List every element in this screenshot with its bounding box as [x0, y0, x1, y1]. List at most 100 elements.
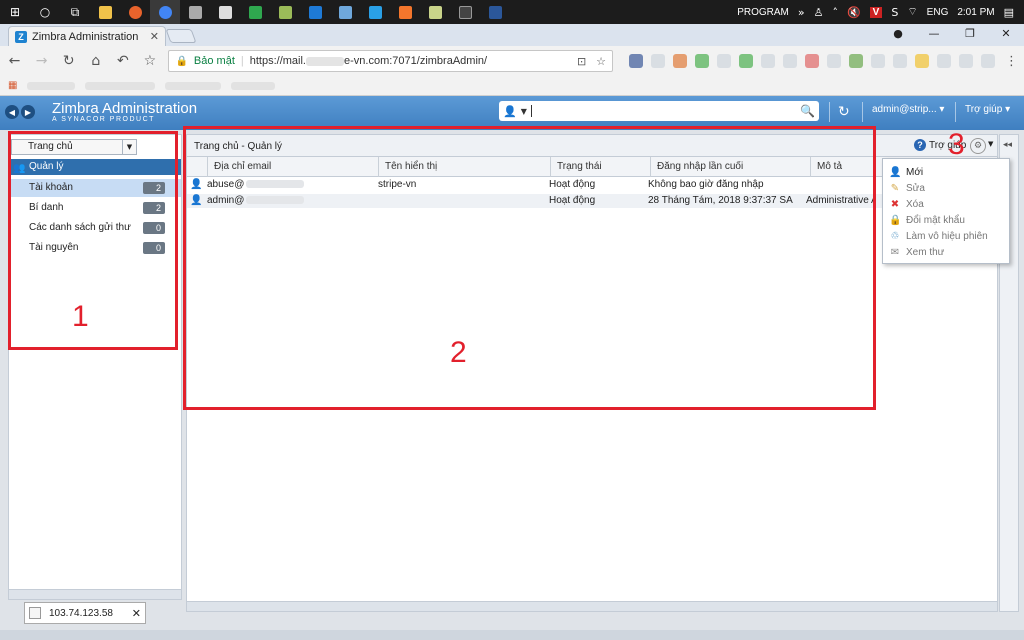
- notepad-icon[interactable]: [420, 0, 450, 24]
- extension-icon[interactable]: [937, 54, 952, 68]
- bookmark-item[interactable]: [85, 81, 156, 90]
- bookmark-item[interactable]: [165, 81, 222, 90]
- extension-icon[interactable]: [871, 54, 886, 68]
- close-icon[interactable]: ✕: [132, 607, 141, 620]
- task-view-icon[interactable]: ⧉: [60, 0, 90, 24]
- close-tab-icon[interactable]: ✕: [150, 30, 159, 43]
- bookmark-star-icon[interactable]: ☆: [141, 53, 158, 69]
- wifi-icon[interactable]: ⌔: [907, 5, 917, 19]
- extension-icon[interactable]: [981, 54, 996, 68]
- apps-grid-icon[interactable]: ▦: [8, 80, 17, 91]
- address-bar[interactable]: 🔒 Bảo mật | https://mail. e-vn.com:7071/z…: [168, 50, 614, 72]
- extension-icon[interactable]: [893, 54, 908, 68]
- annotation-number-2: 2: [450, 336, 467, 369]
- windows-taskbar: ⊞ ○ ⧉ PROGRAM » ♙ ˄ 🔇 V S ⌔ ENG 2:01 PM …: [0, 0, 1024, 24]
- search-input[interactable]: 👤 ▼ 🔍: [499, 101, 819, 121]
- undo-icon[interactable]: ↶: [114, 53, 131, 69]
- content-scrollbar[interactable]: [187, 601, 997, 611]
- extension-icon[interactable]: [915, 54, 930, 68]
- menu-item-delete[interactable]: ✖ Xóa: [883, 196, 1009, 212]
- brand-subtitle: A SYNACOR PRODUCT: [52, 116, 155, 123]
- cortana-icon[interactable]: ○: [30, 0, 60, 24]
- browser-tab-zimbra[interactable]: Z Zimbra Administration ✕: [8, 26, 166, 46]
- sidebar-scrollbar[interactable]: [9, 589, 181, 599]
- extension-icon[interactable]: [783, 54, 798, 68]
- chevron-down-icon[interactable]: ▼: [988, 140, 993, 148]
- close-window-icon[interactable]: ✕: [988, 24, 1024, 46]
- clock[interactable]: 2:01 PM: [957, 7, 994, 18]
- tab-title: Zimbra Administration: [32, 30, 139, 43]
- extension-icon[interactable]: [805, 54, 820, 68]
- lock-icon: 🔒: [175, 55, 188, 67]
- language-indicator[interactable]: ENG: [927, 7, 949, 18]
- extension-icon[interactable]: [695, 54, 710, 68]
- mail-icon[interactable]: [210, 0, 240, 24]
- network-icon[interactable]: [270, 0, 300, 24]
- extension-icon[interactable]: [739, 54, 754, 68]
- program-label[interactable]: PROGRAM: [737, 7, 789, 18]
- broken-image-icon: [29, 607, 41, 619]
- help-icon: ?: [914, 139, 926, 151]
- chevron-down-icon[interactable]: ▼: [521, 107, 527, 116]
- menu-item-change-password[interactable]: 🔒 Đổi mật khẩu: [883, 212, 1009, 228]
- extension-icon[interactable]: [651, 54, 666, 68]
- chevron-right-icon[interactable]: »: [798, 6, 805, 19]
- firefox-icon[interactable]: [120, 0, 150, 24]
- chevron-up-icon[interactable]: ˄: [832, 6, 838, 19]
- extension-icon[interactable]: [849, 54, 864, 68]
- edge-icon[interactable]: [300, 0, 330, 24]
- brand-title: Zimbra Administration: [52, 100, 198, 117]
- menu-item-edit[interactable]: ✎ Sửa: [883, 180, 1009, 196]
- people-tray-icon[interactable]: ♙: [814, 6, 824, 19]
- profile-icon[interactable]: ●: [880, 24, 916, 46]
- forward-icon[interactable]: →: [33, 53, 50, 69]
- chrome-icon[interactable]: [150, 0, 180, 24]
- extension-icon[interactable]: [673, 54, 688, 68]
- user-menu[interactable]: admin@strip... ▾: [872, 104, 944, 115]
- nav-back-icon[interactable]: ◀: [5, 105, 19, 119]
- terminal-icon[interactable]: [450, 0, 480, 24]
- extension-icon[interactable]: [959, 54, 974, 68]
- app-puzzle-icon[interactable]: [330, 0, 360, 24]
- url-text: https://mail. e-vn.com:7071/zimbraAdmin/: [249, 55, 488, 67]
- restore-icon[interactable]: ❐: [952, 24, 988, 46]
- menu-item-new[interactable]: 👤 Mới: [883, 164, 1009, 180]
- help-menu[interactable]: Trợ giúp ▾: [965, 104, 1010, 115]
- file-explorer-icon[interactable]: [90, 0, 120, 24]
- delete-x-icon: ✖: [890, 198, 900, 210]
- reload-icon[interactable]: ↻: [60, 53, 77, 69]
- browser-toolbar: ← → ↻ ⌂ ↶ ☆ 🔒 Bảo mật | https://mail. e-v…: [0, 46, 1024, 76]
- notification-icon[interactable]: ▤: [1004, 6, 1014, 19]
- refresh-icon[interactable]: ↻: [838, 104, 850, 120]
- app-green-icon[interactable]: [240, 0, 270, 24]
- star-icon[interactable]: ☆: [596, 55, 606, 68]
- gear-icon[interactable]: ⚙: [970, 138, 986, 154]
- volume-muted-icon[interactable]: 🔇: [847, 6, 861, 19]
- skype-tray-icon[interactable]: S: [891, 6, 898, 19]
- translate-icon[interactable]: ⊡: [577, 55, 586, 68]
- chat-icon[interactable]: [360, 0, 390, 24]
- people-icon[interactable]: [180, 0, 210, 24]
- word-icon[interactable]: [480, 0, 510, 24]
- extension-icon[interactable]: [717, 54, 732, 68]
- person-search-icon[interactable]: 👤: [503, 105, 517, 118]
- extension-icon[interactable]: [761, 54, 776, 68]
- chrome-menu-icon[interactable]: ⋮: [1005, 54, 1018, 69]
- menu-item-view-mail[interactable]: ✉ Xem thư: [883, 244, 1009, 260]
- collapse-icon[interactable]: ◂◂: [1003, 140, 1012, 150]
- menu-item-invalidate-session[interactable]: ♲ Làm vô hiệu phiên: [883, 228, 1009, 244]
- home-icon[interactable]: ⌂: [87, 53, 104, 69]
- edit-pencil-icon: ✎: [890, 182, 900, 194]
- new-tab-button[interactable]: [165, 29, 197, 43]
- skype-icon[interactable]: [390, 0, 420, 24]
- bookmark-item[interactable]: [27, 81, 76, 90]
- vivaldi-tray-icon[interactable]: V: [869, 6, 883, 18]
- extension-icon[interactable]: [827, 54, 842, 68]
- bookmark-item[interactable]: [231, 81, 276, 90]
- back-icon[interactable]: ←: [6, 53, 23, 69]
- nav-forward-icon[interactable]: ▶: [21, 105, 35, 119]
- extension-icon[interactable]: [629, 54, 644, 68]
- search-icon[interactable]: 🔍: [800, 104, 815, 118]
- windows-start-icon[interactable]: ⊞: [0, 0, 30, 24]
- minimize-icon[interactable]: —: [916, 24, 952, 46]
